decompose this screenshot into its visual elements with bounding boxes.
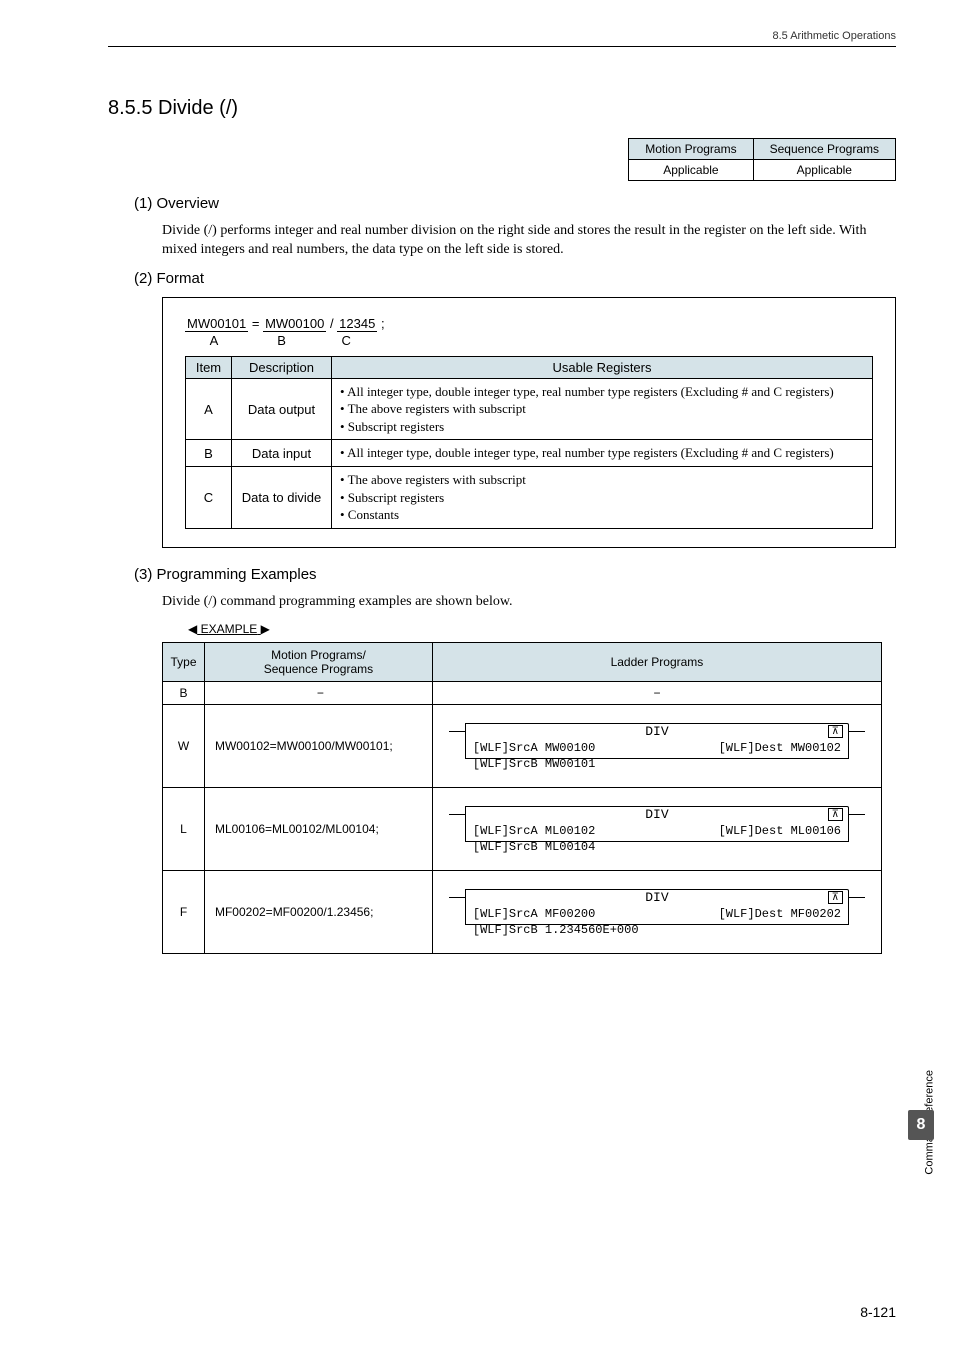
ladder-srca: [WLF]SrcA MW00100 — [473, 741, 595, 755]
example-prog: MF00202=MF00200/1.23456; — [204, 870, 432, 953]
example-marker: ◀ EXAMPLE ▶ — [188, 622, 896, 636]
format-expr-a: MW00101 — [185, 316, 248, 332]
example-marker-text: EXAMPLE — [201, 622, 258, 636]
example-ladder: DIV ⊼ [WLF]SrcA MW00100 [WLF]Dest MW0010… — [432, 704, 881, 787]
ladder-srcb: [WLF]SrcB MW00101 — [473, 757, 595, 771]
example-row-w: W MW00102=MW00100/MW00101; DIV ⊼ [WLF]Sr… — [163, 704, 882, 787]
applicable-head-1: Motion Programs — [629, 139, 753, 160]
example-prog: MW00102=MW00100/MW00101; — [204, 704, 432, 787]
ladder-badge-icon: ⊼ — [828, 808, 843, 821]
example-prog: ML00106=ML00102/ML00104; — [204, 787, 432, 870]
ladder-srca: [WLF]SrcA MF00200 — [473, 907, 595, 921]
example-ladder: DIV ⊼ [WLF]SrcA MF00200 [WLF]Dest MF0020… — [432, 870, 881, 953]
format-row-item: C — [186, 466, 232, 528]
format-label-c: C — [320, 333, 372, 348]
header-breadcrumb: 8.5 Arithmetic Operations — [108, 30, 896, 47]
format-expr-op: / — [326, 316, 337, 331]
format-row-desc: Data to divide — [232, 466, 332, 528]
overview-title: (1) Overview — [134, 195, 896, 212]
examples-head-prog: Motion Programs/ Sequence Programs — [204, 642, 432, 681]
format-row-desc: Data input — [232, 440, 332, 467]
format-table: Item Description Usable Registers A Data… — [185, 356, 873, 529]
format-row-item: A — [186, 378, 232, 440]
side-tab-chapter: 8 — [908, 1110, 934, 1140]
format-expression: MW00101 = MW00100 / 12345 ; — [185, 316, 873, 331]
ladder-badge-icon: ⊼ — [828, 725, 843, 738]
ladder-badge-icon: ⊼ — [828, 891, 843, 904]
ladder-title: DIV — [645, 890, 668, 905]
ladder-dest: [WLF]Dest MW00102 — [719, 741, 841, 755]
ladder-srca: [WLF]SrcA ML00102 — [473, 824, 595, 838]
example-type: L — [163, 787, 205, 870]
format-head-item: Item — [186, 356, 232, 378]
example-row-b: B − − — [163, 681, 882, 704]
examples-intro: Divide (/) command programming examples … — [162, 593, 896, 612]
applicable-val-1: Applicable — [629, 160, 753, 181]
example-type: F — [163, 870, 205, 953]
example-ladder-empty: − — [432, 681, 881, 704]
format-row-usable: • All integer type, double integer type,… — [332, 378, 873, 440]
format-labels: A B C — [185, 333, 873, 348]
overview-text: Divide (/) performs integer and real num… — [162, 222, 896, 260]
format-expr-eq: = — [248, 316, 263, 331]
example-prog: − — [204, 681, 432, 704]
format-head-usable: Usable Registers — [332, 356, 873, 378]
arrow-left-icon: ◀ — [188, 622, 197, 636]
example-type: W — [163, 704, 205, 787]
format-row-usable: • All integer type, double integer type,… — [332, 440, 873, 467]
examples-table: Type Motion Programs/ Sequence Programs … — [162, 642, 882, 954]
examples-head-ladder: Ladder Programs — [432, 642, 881, 681]
format-row-item: B — [186, 440, 232, 467]
example-ladder: DIV ⊼ [WLF]SrcA ML00102 [WLF]Dest ML0010… — [432, 787, 881, 870]
format-expr-c: 12345 — [337, 316, 377, 332]
examples-title: (3) Programming Examples — [134, 566, 896, 583]
ladder-title: DIV — [645, 724, 668, 739]
applicable-table: Motion Programs Sequence Programs Applic… — [628, 138, 896, 181]
example-row-f: F MF00202=MF00200/1.23456; DIV ⊼ [WLF]Sr… — [163, 870, 882, 953]
applicable-val-2: Applicable — [753, 160, 895, 181]
format-row: A Data output • All integer type, double… — [186, 378, 873, 440]
examples-head-type: Type — [163, 642, 205, 681]
format-row: C Data to divide • The above registers w… — [186, 466, 873, 528]
page-number: 8-121 — [860, 1304, 896, 1320]
section-title: 8.5.5 Divide (/) — [108, 97, 896, 120]
format-row: B Data input • All integer type, double … — [186, 440, 873, 467]
format-row-desc: Data output — [232, 378, 332, 440]
ladder-dest: [WLF]Dest MF00202 — [719, 907, 841, 921]
format-expr-b: MW00100 — [263, 316, 326, 332]
ladder-title: DIV — [645, 807, 668, 822]
ladder-srcb: [WLF]SrcB ML00104 — [473, 840, 595, 854]
format-box: MW00101 = MW00100 / 12345 ; A B C Item D… — [162, 297, 896, 548]
ladder-dest: [WLF]Dest ML00106 — [719, 824, 841, 838]
format-expr-semi: ; — [377, 316, 384, 331]
format-label-b: B — [247, 333, 317, 348]
applicable-head-2: Sequence Programs — [753, 139, 895, 160]
format-title: (2) Format — [134, 270, 896, 287]
example-type: B — [163, 681, 205, 704]
format-head-desc: Description — [232, 356, 332, 378]
format-row-usable: • The above registers with subscript • S… — [332, 466, 873, 528]
example-row-l: L ML00106=ML00102/ML00104; DIV ⊼ [WLF]Sr… — [163, 787, 882, 870]
arrow-right-icon: ▶ — [261, 622, 270, 636]
ladder-srcb: [WLF]SrcB 1.234560E+000 — [473, 923, 639, 937]
format-label-a: A — [185, 333, 243, 348]
